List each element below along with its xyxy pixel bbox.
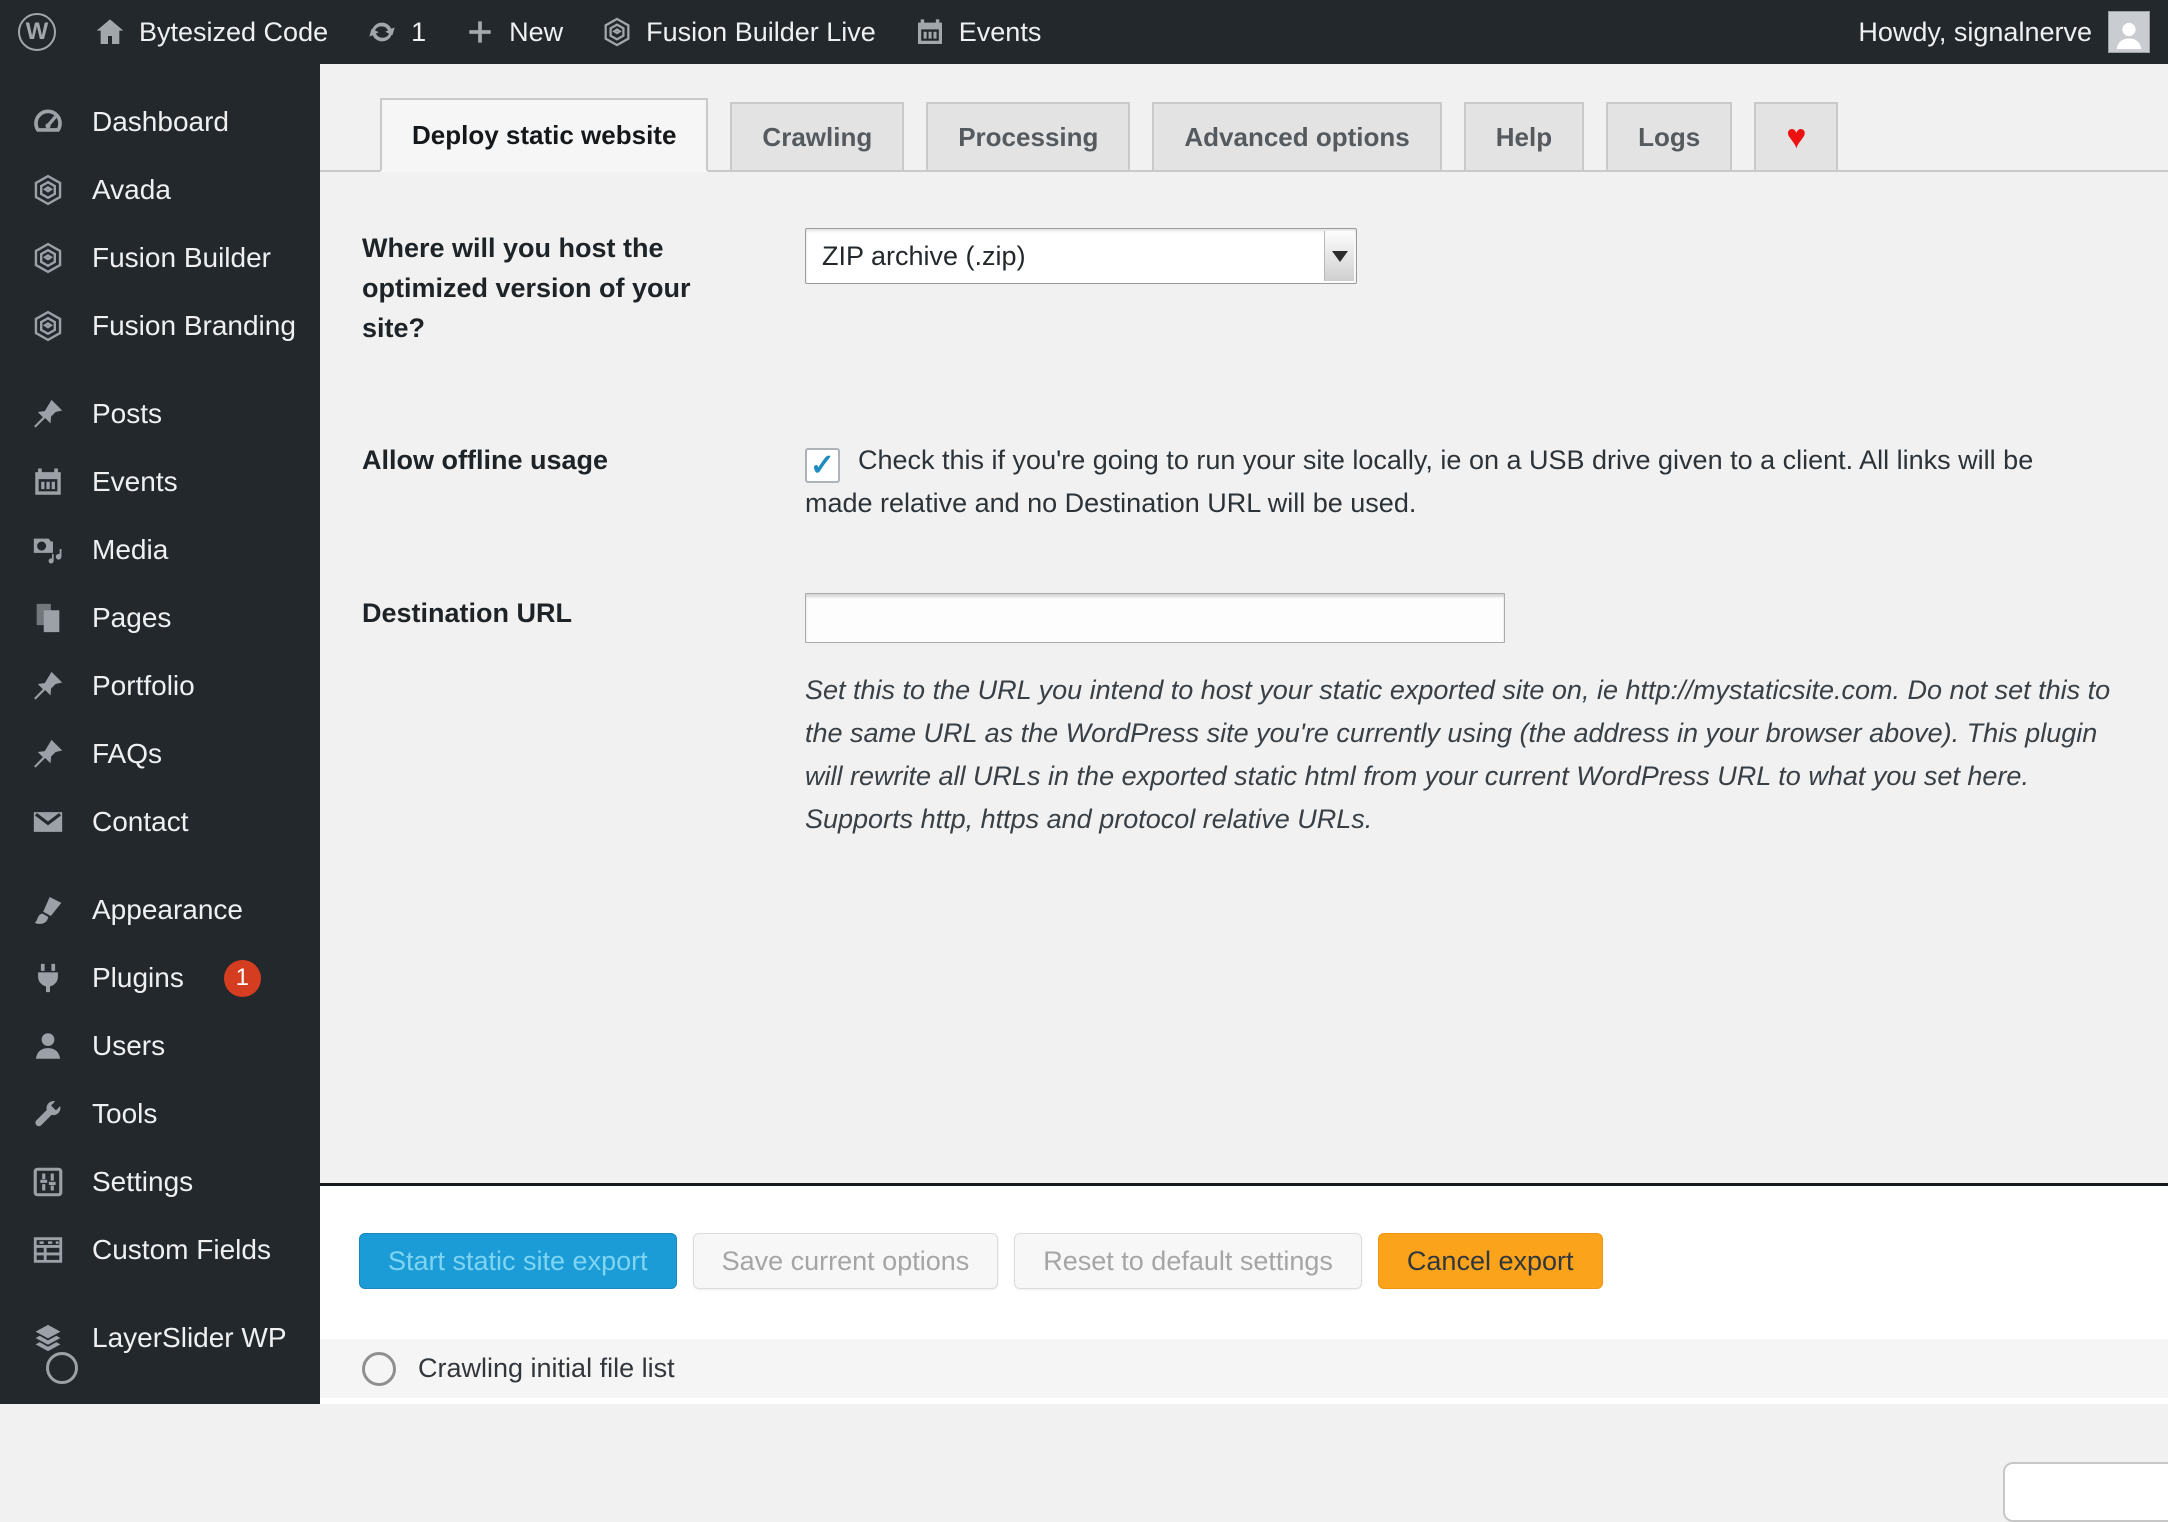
user-icon — [30, 1028, 66, 1064]
tab-logs[interactable]: Logs — [1606, 102, 1733, 170]
sidebar-item-dashboard[interactable]: Dashboard — [0, 88, 320, 156]
updates-count: 1 — [411, 16, 427, 47]
start-export-button[interactable]: Start static site export — [359, 1233, 677, 1289]
plugins-update-badge: 1 — [223, 959, 261, 997]
sidebar-item-avada[interactable]: Avada — [0, 156, 320, 224]
pushpin-icon — [30, 736, 66, 772]
tab-help[interactable]: Help — [1463, 102, 1585, 170]
site-home-link[interactable]: Bytesized Code — [94, 16, 328, 48]
hexagon-icon — [30, 172, 66, 208]
tab-advanced-options[interactable]: Advanced options — [1152, 102, 1442, 170]
wrench-icon — [30, 1096, 66, 1132]
dashboard-icon — [30, 104, 66, 140]
sidebar-item-appearance[interactable]: Appearance — [0, 876, 320, 944]
hexagon-icon — [30, 240, 66, 276]
envelope-icon — [30, 804, 66, 840]
admin-bar: W Bytesized Code 1 New Fusion Builder Li… — [0, 0, 2168, 64]
status-label: Crawling initial file list — [418, 1353, 675, 1383]
calendar-icon — [914, 16, 946, 48]
table-icon — [30, 1232, 66, 1268]
plugin-tabbar: Deploy static website Crawling Processin… — [320, 64, 2168, 172]
sidebar-item-pages[interactable]: Pages — [0, 584, 320, 652]
save-options-button[interactable]: Save current options — [692, 1233, 999, 1289]
sidebar-item-fusion-builder[interactable]: Fusion Builder — [0, 224, 320, 292]
heart-icon: ♥ — [1786, 118, 1807, 156]
tab-heart[interactable]: ♥ — [1754, 102, 1839, 170]
sidebar-item-plugins[interactable]: Plugins 1 — [0, 944, 320, 1012]
sidebar-item-portfolio[interactable]: Portfolio — [0, 652, 320, 720]
offline-usage-description: Check this if you're going to run your s… — [805, 445, 2034, 518]
pages-icon — [30, 600, 66, 636]
sidebar-item-events[interactable]: Events — [0, 448, 320, 516]
select-arrow-icon — [1324, 231, 1354, 281]
offline-usage-checkbox[interactable]: ✓ — [805, 448, 840, 483]
hexagon-icon — [601, 16, 633, 48]
wordpress-menu[interactable]: W — [18, 13, 56, 51]
hexagon-icon — [30, 308, 66, 344]
destination-url-input[interactable] — [805, 593, 1505, 643]
sidebar-item-contact[interactable]: Contact — [0, 788, 320, 856]
selected-option: ZIP archive (.zip) — [822, 240, 1026, 271]
updates-link[interactable]: 1 — [366, 16, 426, 48]
new-content-link[interactable]: New — [464, 16, 563, 48]
calendar-icon — [30, 464, 66, 500]
host-destination-select[interactable]: ZIP archive (.zip) — [805, 228, 1357, 284]
tab-crawling[interactable]: Crawling — [730, 102, 905, 170]
sidebar-item-tools[interactable]: Tools — [0, 1080, 320, 1148]
layers-icon — [30, 1320, 66, 1356]
offline-usage-label: Allow offline usage — [362, 445, 609, 475]
media-icon — [30, 532, 66, 568]
plug-icon — [30, 960, 66, 996]
sidebar-item-settings[interactable]: Settings — [0, 1148, 320, 1216]
sidebar-item-posts[interactable]: Posts — [0, 380, 320, 448]
brush-icon — [30, 892, 66, 928]
wordpress-logo-icon: W — [18, 13, 56, 51]
howdy-text[interactable]: Howdy, signalnerve — [1858, 17, 2092, 48]
pushpin-icon — [30, 396, 66, 432]
sliders-icon — [30, 1164, 66, 1200]
sidebar-partial-item-icon — [46, 1352, 78, 1384]
refresh-icon — [366, 16, 398, 48]
partial-bottom-button[interactable] — [2003, 1462, 2168, 1522]
sidebar-item-fusion-branding[interactable]: Fusion Branding — [0, 292, 320, 360]
actions-panel: Start static site export Save current op… — [320, 1183, 2168, 1522]
pushpin-icon — [30, 668, 66, 704]
reset-defaults-button[interactable]: Reset to default settings — [1014, 1233, 1362, 1289]
sidebar-item-users[interactable]: Users — [0, 1012, 320, 1080]
tab-processing[interactable]: Processing — [926, 102, 1131, 170]
sidebar-item-faqs[interactable]: FAQs — [0, 720, 320, 788]
sidebar-item-media[interactable]: Media — [0, 516, 320, 584]
checkmark-icon: ✓ — [809, 449, 836, 482]
destination-url-label: Destination URL — [362, 598, 573, 628]
avatar[interactable] — [2108, 11, 2150, 53]
sidebar-item-custom-fields[interactable]: Custom Fields — [0, 1216, 320, 1284]
site-name: Bytesized Code — [139, 16, 329, 47]
export-status-row: Crawling initial file list — [320, 1339, 2168, 1398]
plus-icon — [464, 16, 496, 48]
tab-deploy-static-website[interactable]: Deploy static website — [380, 98, 709, 172]
admin-sidebar: Dashboard Avada Fusion Builder Fusion Br… — [0, 64, 320, 1404]
home-icon — [94, 16, 126, 48]
host-question-label: Where will you host the optimized versio… — [362, 233, 691, 343]
fusion-builder-live-link[interactable]: Fusion Builder Live — [601, 16, 876, 48]
status-radio-icon — [362, 1351, 396, 1386]
main-content: Deploy static website Crawling Processin… — [320, 64, 2168, 1522]
events-admin-link[interactable]: Events — [914, 16, 1041, 48]
cancel-export-button[interactable]: Cancel export — [1377, 1233, 1603, 1289]
destination-url-help: Set this to the URL you intend to host y… — [805, 675, 2111, 834]
